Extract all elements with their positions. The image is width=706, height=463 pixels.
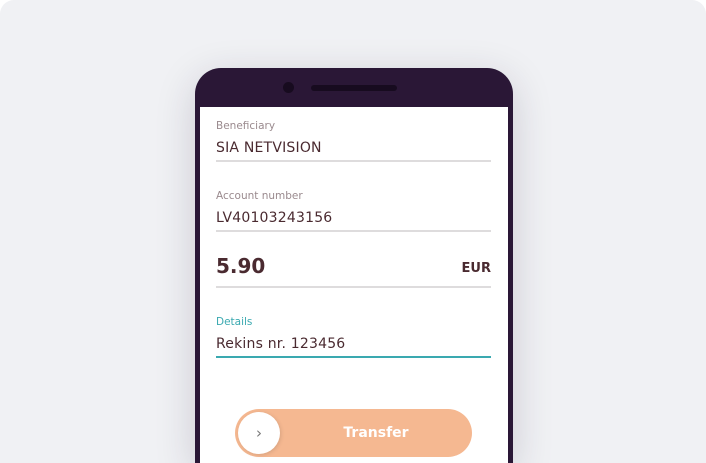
transfer-slider-button[interactable]: › Transfer — [235, 409, 472, 457]
chevron-right-icon: › — [256, 424, 262, 442]
details-field[interactable]: Details Rekins nr. 123456 — [216, 315, 491, 358]
beneficiary-underline — [216, 160, 491, 162]
account-number-label: Account number — [216, 190, 303, 202]
speaker-icon — [311, 85, 397, 91]
amount-field[interactable]: 5.90 EUR — [216, 254, 491, 288]
beneficiary-label: Beneficiary — [216, 120, 276, 132]
details-input[interactable]: Rekins nr. 123456 — [216, 335, 491, 353]
currency-label[interactable]: EUR — [462, 260, 491, 278]
details-label: Details — [216, 316, 253, 328]
phone-frame: Beneficiary SIA NETVISION Account number… — [195, 68, 513, 463]
amount-input[interactable]: 5.90 — [216, 254, 265, 278]
beneficiary-input[interactable]: SIA NETVISION — [216, 139, 491, 157]
background: Beneficiary SIA NETVISION Account number… — [0, 0, 706, 463]
account-number-input[interactable]: LV40103243156 — [216, 209, 491, 227]
account-number-underline — [216, 230, 491, 232]
amount-underline — [216, 286, 491, 288]
beneficiary-field[interactable]: Beneficiary SIA NETVISION — [216, 119, 491, 162]
phone-screen: Beneficiary SIA NETVISION Account number… — [200, 107, 508, 463]
camera-icon — [283, 82, 294, 93]
transfer-label: Transfer — [343, 425, 409, 441]
account-number-field[interactable]: Account number LV40103243156 — [216, 189, 491, 232]
details-underline — [216, 356, 491, 358]
slider-knob[interactable]: › — [238, 412, 280, 454]
